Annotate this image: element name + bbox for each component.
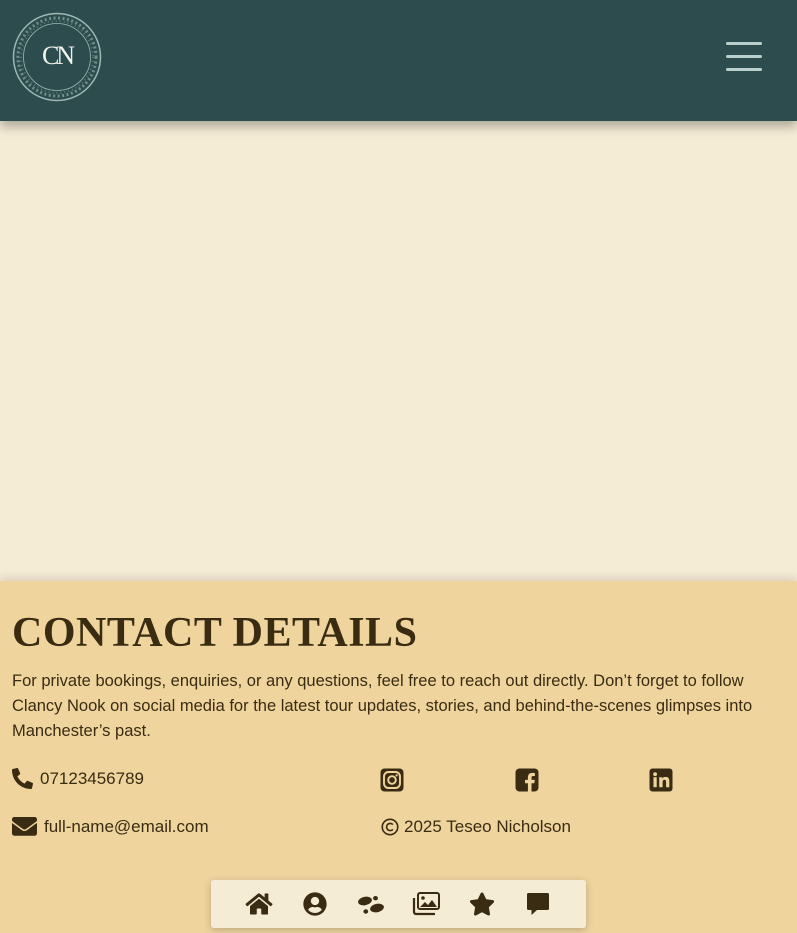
- hamburger-menu-icon[interactable]: [722, 38, 766, 76]
- copyright: 2025 Teseo Nicholson: [381, 817, 571, 837]
- comment-icon[interactable]: [522, 888, 554, 920]
- linkedin-icon[interactable]: [649, 768, 673, 792]
- logo-text: CN: [42, 41, 75, 70]
- facebook-icon[interactable]: [515, 768, 539, 792]
- phone-number: 07123456789: [40, 768, 145, 788]
- envelope-icon: [12, 817, 37, 836]
- logo[interactable]: CN: [12, 12, 102, 102]
- main-content: [0, 121, 797, 581]
- home-icon[interactable]: [243, 888, 275, 920]
- phone-icon: [12, 768, 33, 789]
- images-icon[interactable]: [410, 888, 442, 920]
- footer-description: For private bookings, enquiries, or any …: [12, 672, 753, 740]
- email-address: full-name@email.com: [44, 817, 209, 836]
- user-circle-icon[interactable]: [299, 888, 331, 920]
- copyright-icon: [381, 818, 399, 836]
- copyright-text: 2025 Teseo Nicholson: [404, 817, 571, 836]
- star-icon[interactable]: [466, 888, 498, 920]
- footer-title: CONTACT DETAILS: [12, 610, 418, 656]
- phone-contact[interactable]: 07123456789: [12, 768, 144, 789]
- footprints-icon[interactable]: [355, 888, 387, 920]
- site-header: CN: [0, 0, 797, 121]
- email-contact[interactable]: full-name@email.com: [12, 817, 209, 837]
- bottom-navigation: [211, 880, 586, 928]
- instagram-icon[interactable]: [380, 768, 404, 792]
